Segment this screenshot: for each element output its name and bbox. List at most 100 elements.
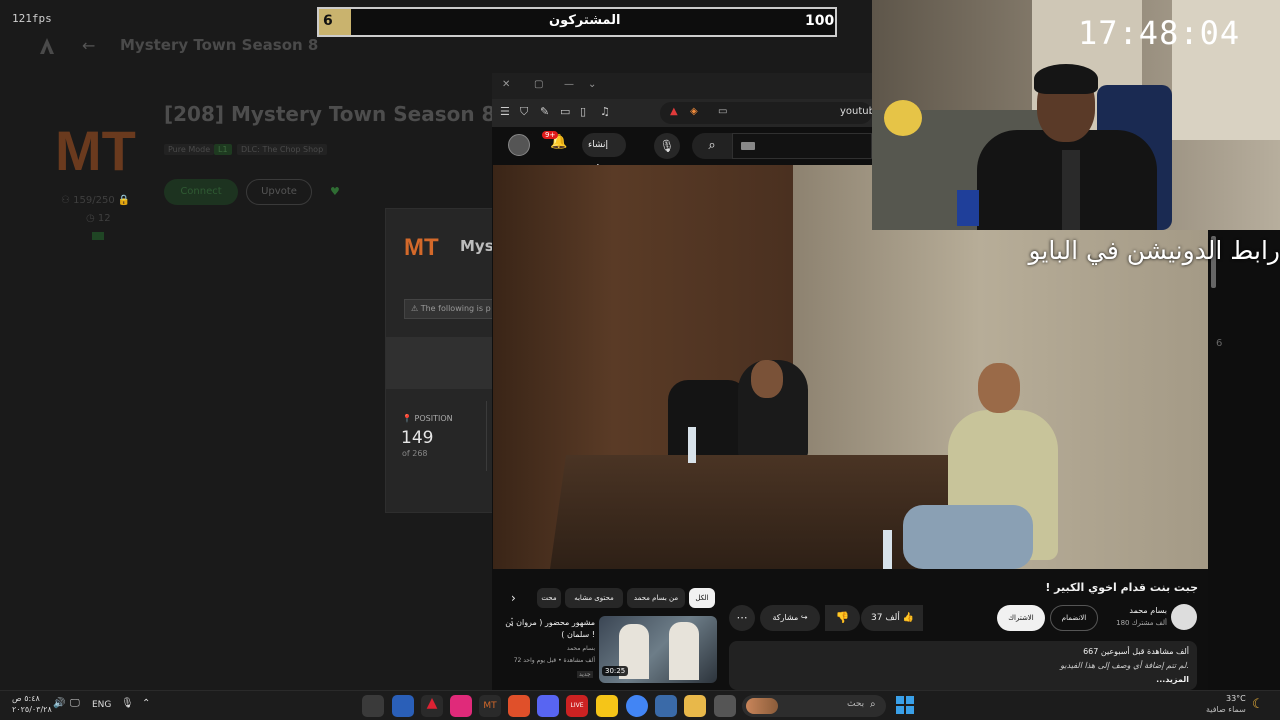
modal-band (386, 337, 496, 389)
recommended-thumbnail[interactable]: 30:25 (599, 616, 717, 683)
like-button[interactable]: 37 ألف 👍 (861, 605, 923, 631)
video-scene (978, 363, 1020, 413)
address-bar[interactable]: ▲ ◈ ▭ youtub (660, 102, 875, 124)
chip-all[interactable]: الكل (689, 588, 715, 608)
share-button[interactable]: مشاركة ↪ (760, 605, 820, 631)
fps-counter: 121fps (12, 12, 52, 25)
webcam-scene (884, 100, 922, 136)
share-icon: ↪ (800, 613, 808, 622)
side-number: 6 (1216, 338, 1223, 349)
maximize-icon[interactable]: ▢ (534, 79, 543, 90)
app-icon[interactable] (596, 695, 618, 717)
channel-name[interactable]: بسام محمد (1105, 606, 1167, 615)
notification-badge: 9+ (542, 131, 559, 139)
connect-button[interactable]: Connect (164, 179, 238, 205)
video-title: جبت بنت قدام اخوي الكبير ! (1045, 581, 1198, 594)
alert-icon[interactable]: ▲ (670, 106, 678, 117)
tag-level: L1 (214, 144, 232, 155)
position-total: of 268 (402, 449, 428, 458)
launcher-app-icon[interactable]: ▲ (421, 695, 443, 717)
language-indicator[interactable]: ENG (92, 700, 111, 710)
thumbnail-scene (669, 622, 699, 680)
fivem-app-icon[interactable]: MT (479, 695, 501, 717)
chip-from-channel[interactable]: من بسام محمد (627, 588, 685, 608)
video-scene (751, 360, 783, 398)
vote-count: ◷ 12 (86, 213, 111, 224)
favorite-heart-icon[interactable]: ♥ (330, 185, 340, 198)
donation-overlay-text: رابط الدونيشن في البايو (1028, 236, 1280, 265)
weather-description[interactable]: سماء صافية (1206, 705, 1246, 714)
description-more-link[interactable]: ...المزيد (737, 675, 1189, 684)
chip-partial[interactable]: محت (537, 588, 561, 608)
back-arrow-icon[interactable]: ← (82, 36, 95, 55)
video-scene (903, 505, 1033, 569)
subscriber-current: 6 (323, 13, 333, 29)
minimize-icon[interactable]: — (564, 79, 574, 90)
clock-date[interactable]: ٥:٤٨ ص ٢٠٢٥/٠٣/٢٨ (12, 693, 52, 715)
app-icon[interactable] (714, 695, 736, 717)
network-icon[interactable]: 🖵 (70, 698, 80, 709)
tag-pure-mode: Pure Mode (164, 144, 215, 155)
join-button[interactable]: الانضمام (1050, 605, 1098, 631)
brave-icon[interactable] (508, 695, 530, 717)
mic-icon[interactable]: 🎙 (654, 133, 680, 159)
server-title: [208] Mystery Town Season 8 (164, 102, 496, 126)
taskbar-search[interactable]: بحث ⌕ (742, 695, 886, 717)
url-text[interactable]: youtub (840, 106, 875, 117)
microphone-icon[interactable]: 🎙 (121, 698, 134, 709)
channel-avatar[interactable] (1171, 604, 1197, 630)
screen-icon[interactable]: ▭ (718, 106, 727, 117)
recommended-title[interactable]: مشهور محضور ( مروان بن سلمان ) ! (505, 617, 595, 641)
thumbs-down-icon[interactable]: 👎 (825, 605, 860, 631)
chip-similar[interactable]: محتوى مشابه (565, 588, 623, 608)
video-duration: 30:25 (602, 666, 629, 676)
stream-app-icon[interactable]: LIVE (566, 695, 588, 717)
tabs-icon[interactable]: ▭ (560, 105, 570, 118)
weather-temperature[interactable]: 33°C (1226, 694, 1246, 703)
store-icon[interactable] (655, 695, 677, 717)
chrome-icon[interactable] (626, 695, 648, 717)
svg-text:MT: MT (404, 234, 439, 257)
tiktok-icon[interactable] (450, 695, 472, 717)
pin-icon[interactable]: ✎ (540, 105, 549, 118)
view-stats: 667 ألف مشاهدة قبل أسبوعين (1083, 647, 1189, 656)
search-highlight-image (746, 698, 778, 714)
menu-icon[interactable]: ☰ (500, 105, 510, 118)
obs-app-icon[interactable] (362, 695, 384, 717)
subscribe-button[interactable]: الاشتراك (997, 605, 1045, 631)
tray-expand-icon[interactable]: ⌃ (142, 698, 150, 709)
description-text: لم تتم إضافة أي وصف إلى هذا الفيديو. (1060, 661, 1189, 670)
launcher-logo-icon[interactable] (38, 36, 56, 56)
folder-icon[interactable] (684, 695, 706, 717)
warning-icon: ⚠ (411, 304, 421, 313)
chevron-right-icon[interactable]: › (511, 591, 516, 605)
video-info-area: جبت بنت قدام اخوي الكبير ! بسام محمد 180… (493, 569, 1208, 690)
search-icon[interactable]: ⌕ (692, 133, 732, 159)
brave-shield-icon[interactable]: ◈ (690, 106, 698, 117)
new-badge: جديد (577, 671, 593, 678)
search-input[interactable] (732, 133, 872, 159)
windows-start-icon[interactable] (896, 696, 914, 714)
upvote-button[interactable]: Upvote (246, 179, 312, 205)
discord-icon[interactable] (537, 695, 559, 717)
app-icon[interactable] (392, 695, 414, 717)
create-button[interactable]: إنشاء + (582, 133, 626, 177)
tag-dlc: DLC: The Chop Shop (237, 144, 328, 155)
music-icon[interactable]: ♫ (600, 105, 610, 118)
recommended-channel[interactable]: بسام محمد (505, 645, 595, 652)
position-value: 149 (401, 428, 434, 448)
browser-toolbar: ☰ ⛉ ✎ ▭ ▯ ♫ ▲ ◈ ▭ youtub (492, 99, 875, 127)
chevron-down-icon[interactable]: ⌄ (588, 79, 596, 90)
subscriber-goal-bar: 6 المشتركون 100 (317, 7, 837, 37)
account-avatar[interactable] (508, 134, 530, 156)
modal-title: Mys (460, 237, 494, 255)
moon-icon[interactable]: ☾ (1252, 697, 1264, 712)
more-options-icon[interactable]: ⋯ (729, 605, 755, 631)
page-right-strip (1208, 230, 1280, 690)
shield-icon[interactable]: ⛉ (520, 105, 528, 119)
close-icon[interactable]: ✕ (502, 79, 510, 90)
keyboard-icon[interactable] (741, 142, 755, 150)
description-box[interactable]: 667 ألف مشاهدة قبل أسبوعين لم تتم إضافة … (729, 641, 1197, 690)
sidebar-icon[interactable]: ▯ (580, 105, 586, 118)
volume-icon[interactable]: 🔊 (53, 698, 65, 709)
